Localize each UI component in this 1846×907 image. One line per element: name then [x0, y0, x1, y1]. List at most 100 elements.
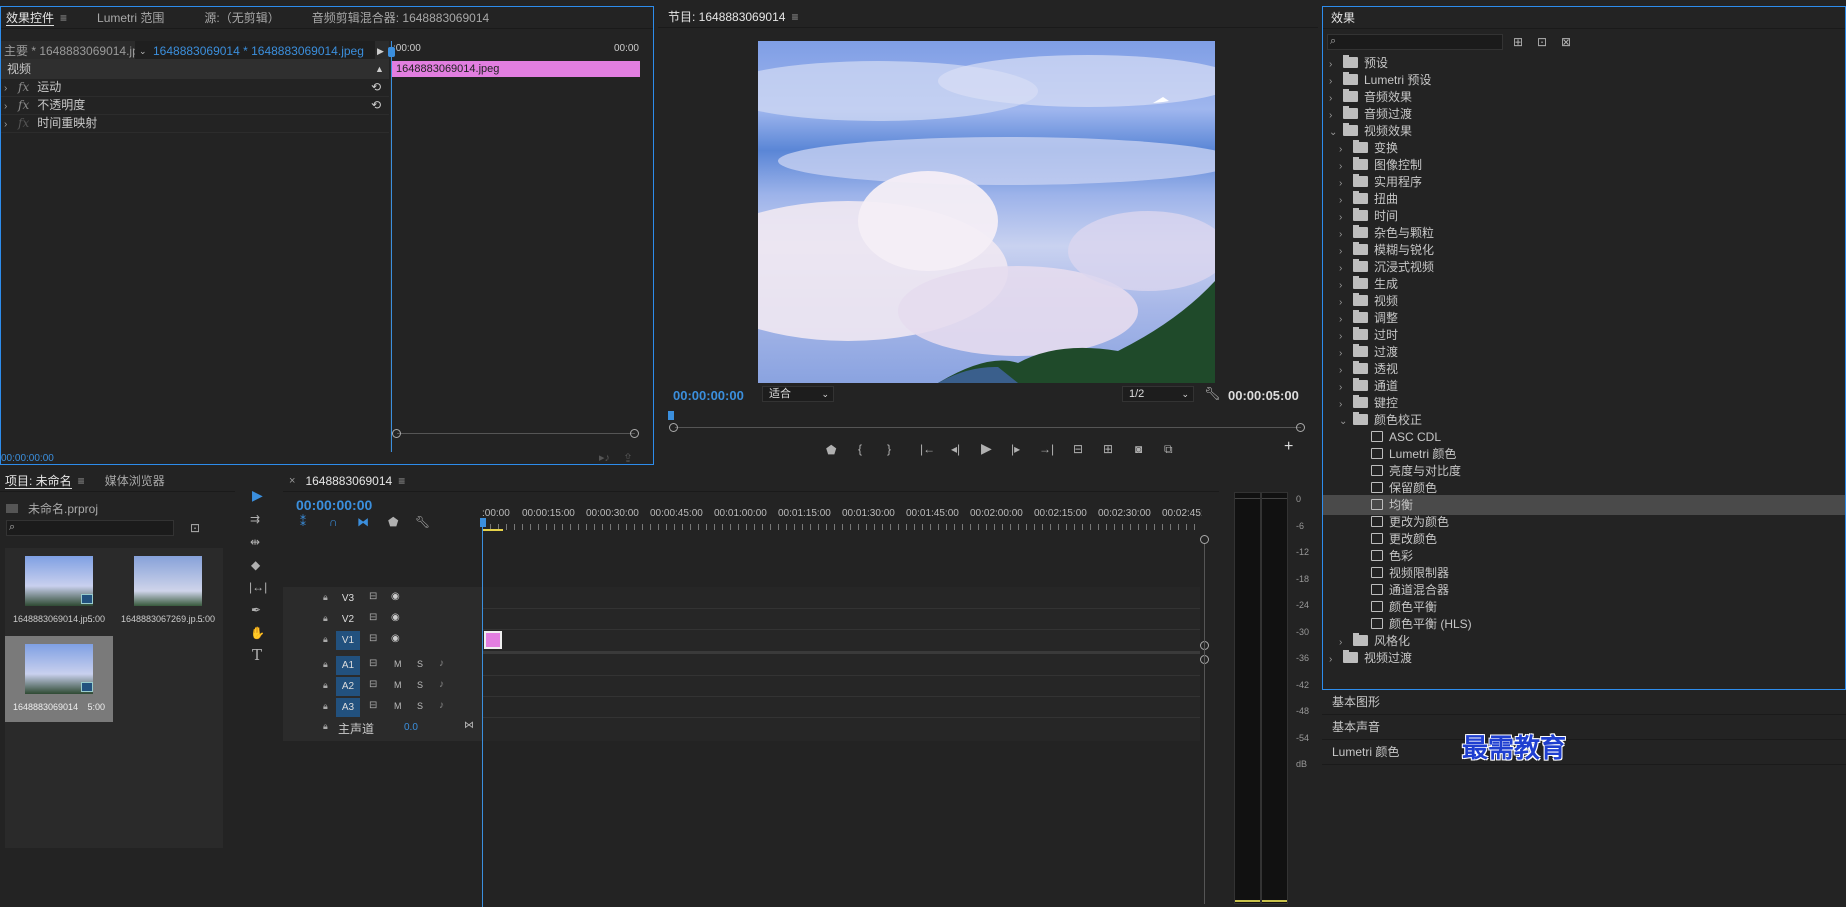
microphone-icon[interactable]: ♪ — [439, 658, 444, 669]
nest-icon[interactable]: ⁑ — [300, 515, 306, 529]
new-bin-icon[interactable]: ⊞ — [1513, 35, 1523, 49]
toggle-sync-icon[interactable]: ⊟ — [369, 679, 377, 690]
panel-menu-icon[interactable]: ≡ — [60, 11, 67, 25]
eye-icon[interactable]: ◉ — [391, 612, 400, 623]
compare-icon[interactable]: ⧉ — [1164, 442, 1173, 456]
solo-button[interactable]: S — [417, 659, 423, 669]
tab-sequence[interactable]: 1648883069014 ≡ — [295, 470, 415, 492]
toggle-sync-icon[interactable]: ⊟ — [369, 658, 377, 669]
tab-effect-controls[interactable]: 效果控件 ≡ — [1, 7, 77, 29]
tab-program[interactable]: 节目: 1648883069014 ≡ — [658, 6, 808, 28]
microphone-icon[interactable]: ♪ — [439, 700, 444, 711]
mini-scrollbar[interactable] — [397, 433, 635, 434]
project-item-selected[interactable]: 1648883069014 5:00 — [5, 636, 113, 722]
play-icon[interactable]: ▶ — [377, 41, 384, 61]
effect-row-opacity[interactable]: › fx 不透明度 ⟲ — [1, 95, 389, 115]
program-timecode[interactable]: 00:00:00:00 — [673, 388, 744, 403]
extract-icon[interactable]: ⊞ — [1103, 442, 1113, 456]
32bit-icon[interactable]: ⊠ — [1561, 35, 1571, 49]
mini-playhead[interactable] — [391, 41, 392, 452]
track-label[interactable]: A3 — [336, 698, 360, 717]
tab-media-browser[interactable]: 媒体浏览器 — [95, 470, 175, 492]
tab-source[interactable]: 源:（无剪辑） — [194, 7, 289, 29]
chevron-right-icon[interactable]: › — [1329, 650, 1339, 670]
tab-audio-clip-mixer[interactable]: 音频剪辑混合器: 1648883069014 — [302, 7, 499, 29]
playhead-marker[interactable] — [480, 518, 486, 527]
play-button-icon[interactable]: ▶ — [981, 441, 992, 455]
lift-icon[interactable]: ⊟ — [1073, 442, 1083, 456]
program-video-frame[interactable] — [758, 41, 1215, 383]
mark-out-icon[interactable]: } — [887, 442, 891, 456]
toggle-sync-icon[interactable]: ⊟ — [369, 612, 377, 623]
timeline-playhead[interactable] — [482, 520, 483, 907]
solo-button[interactable]: S — [417, 701, 423, 711]
lock-icon[interactable]: 🔒︎ — [323, 592, 328, 603]
track-label[interactable]: A1 — [336, 656, 360, 675]
eye-icon[interactable]: ◉ — [391, 633, 400, 644]
go-to-out-icon[interactable]: →| — [1039, 442, 1054, 456]
effects-tree-item[interactable]: › 视频过渡 — [1323, 648, 1845, 670]
lumetri-color-panel[interactable]: Lumetri 颜色 — [1322, 740, 1846, 765]
chevron-right-icon[interactable]: › — [4, 115, 14, 135]
work-area-bar[interactable] — [482, 529, 503, 531]
track-label[interactable]: V1 — [336, 631, 360, 650]
scroll-handle-right[interactable] — [630, 429, 639, 438]
mark-in-icon[interactable]: { — [858, 442, 862, 456]
effect-controls-timecode[interactable]: 00:00:00:00 — [1, 453, 54, 464]
resolution-dropdown[interactable]: 1/2 ⌄ — [1122, 386, 1194, 402]
step-forward-icon[interactable]: |▸ — [1011, 442, 1020, 456]
pen-tool-icon[interactable]: ✒ — [251, 603, 261, 617]
timeline-settings-icon[interactable]: 🔧︎ — [415, 515, 430, 529]
new-search-bin-icon[interactable]: ⊡ — [190, 521, 200, 535]
add-marker-icon[interactable]: ⬟ — [388, 515, 398, 529]
panel-menu-icon[interactable]: ≡ — [78, 474, 85, 488]
microphone-icon[interactable]: ♪ — [439, 679, 444, 690]
scrubber-playhead[interactable] — [668, 411, 674, 420]
timeline-timecode[interactable]: 00:00:00:00 — [296, 497, 372, 513]
type-tool-icon[interactable]: T — [252, 648, 262, 663]
sequence-clip-dropdown[interactable]: ⌄ 1648883069014 * 1648883069014.jpeg — [135, 41, 375, 61]
fx-icon[interactable]: fx — [18, 80, 29, 94]
effect-row-time-remap[interactable]: › fx 时间重映射 — [1, 113, 389, 133]
track-label[interactable]: V2 — [336, 610, 360, 629]
go-to-end-icon[interactable]: ⋈ — [464, 720, 474, 731]
program-scrubber[interactable] — [675, 427, 1301, 428]
scroll-handle-top[interactable] — [1200, 535, 1209, 544]
toggle-sync-icon[interactable]: ⊟ — [369, 700, 377, 711]
wrench-icon[interactable]: 🔧︎ — [1204, 386, 1221, 402]
fit-dropdown[interactable]: 适合 ⌄ — [762, 386, 834, 402]
hand-tool-icon[interactable]: ✋ — [250, 626, 265, 640]
solo-button[interactable]: S — [417, 680, 423, 690]
effect-row-motion[interactable]: › fx 运动 ⟲ — [1, 77, 389, 97]
track-label[interactable]: A2 — [336, 677, 360, 696]
master-volume[interactable]: 0.0 — [404, 722, 418, 733]
fx-icon[interactable]: fx — [18, 116, 29, 130]
camera-icon[interactable]: ◙ — [1135, 442, 1142, 456]
panel-menu-icon[interactable]: ≡ — [398, 474, 405, 488]
project-search-input[interactable]: ⌕ — [6, 520, 174, 536]
mute-button[interactable]: M — [394, 659, 402, 669]
lock-icon[interactable]: 🔒︎ — [323, 613, 328, 624]
export-icon[interactable]: ▸♪ — [599, 451, 610, 464]
tab-effects[interactable]: 效果 — [1323, 7, 1365, 29]
accelerated-icon[interactable]: ⊡ — [1537, 35, 1547, 49]
tab-project[interactable]: 项目: 未命名 ≡ — [0, 470, 95, 492]
linked-selection-icon[interactable]: ⧓ — [357, 515, 369, 529]
lock-icon[interactable]: 🔒︎ — [323, 659, 328, 670]
reset-icon[interactable]: ⟲ — [371, 95, 381, 115]
scroll-handle-left[interactable] — [392, 429, 401, 438]
toggle-sync-icon[interactable]: ⊟ — [369, 633, 377, 644]
essential-graphics-panel[interactable]: 基本图形 — [1322, 690, 1846, 715]
scroll-handle-right[interactable] — [1296, 423, 1305, 432]
eye-icon[interactable]: ◉ — [391, 591, 400, 602]
collapse-icon[interactable]: ▲ — [375, 59, 384, 79]
v1-clip[interactable] — [484, 631, 502, 649]
lock-icon[interactable]: 🔒︎ — [323, 680, 328, 691]
panel-menu-icon[interactable]: ≡ — [791, 10, 798, 24]
step-back-icon[interactable]: ◂| — [951, 442, 960, 456]
filter-icon[interactable]: ⇪ — [623, 451, 633, 464]
toggle-sync-icon[interactable]: ⊟ — [369, 591, 377, 602]
add-marker-icon[interactable]: ⬟ — [826, 443, 836, 457]
track-select-tool-icon[interactable]: ⇉ — [250, 512, 260, 526]
mini-clip[interactable]: 1648883069014.jpeg — [392, 61, 640, 77]
